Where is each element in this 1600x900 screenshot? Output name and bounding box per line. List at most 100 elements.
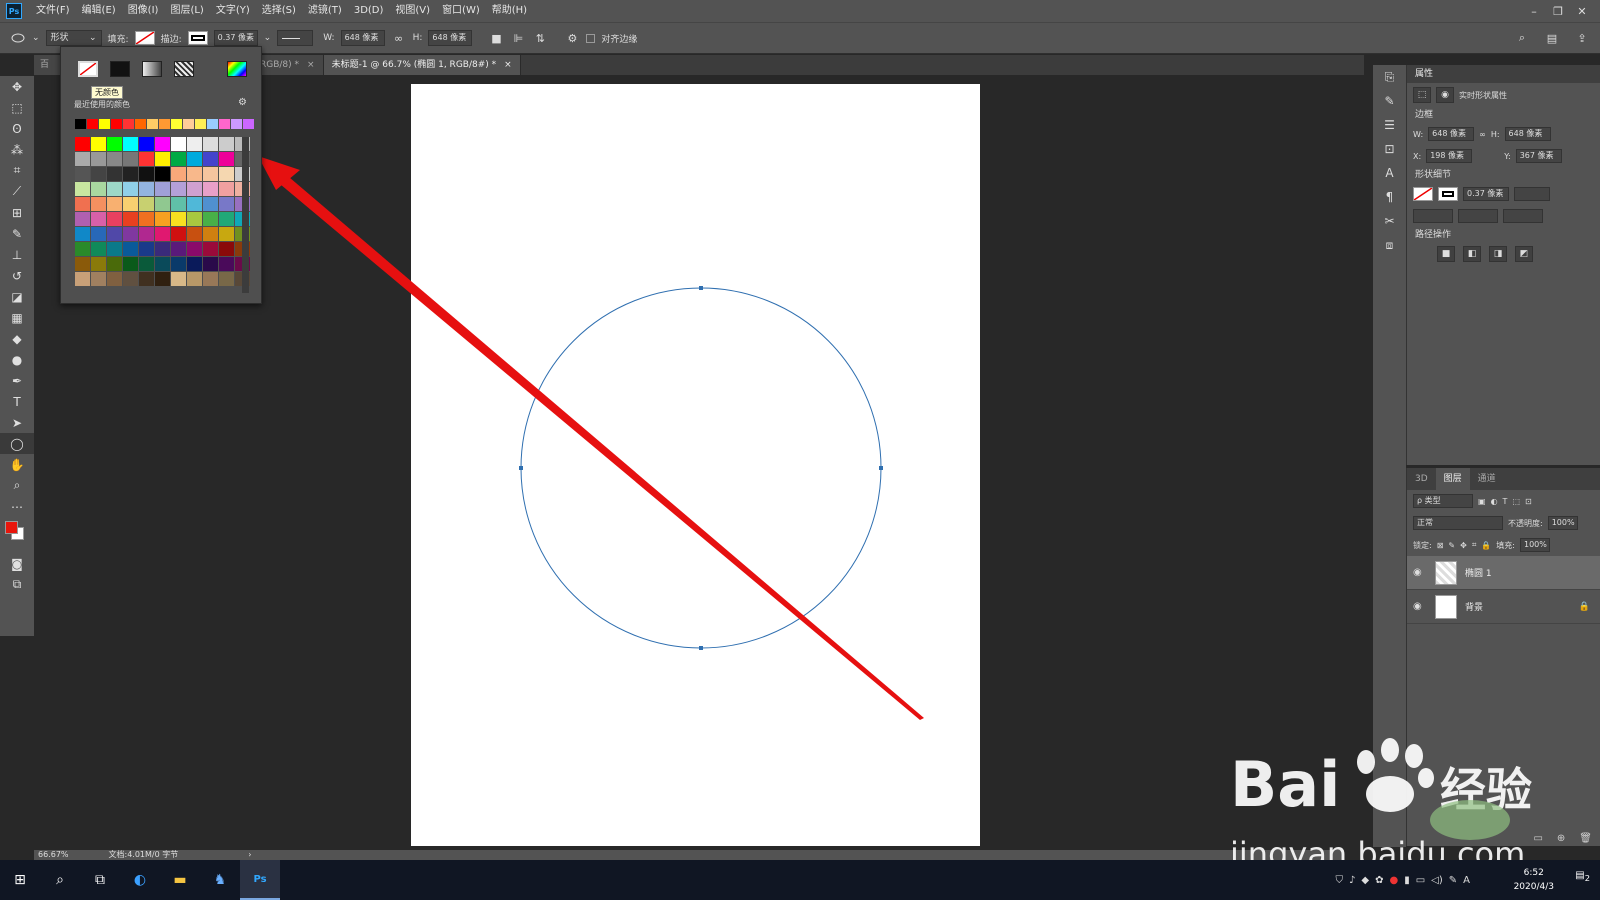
color-swatch[interactable] [123,227,138,241]
color-swatch[interactable] [123,242,138,256]
mask-icon[interactable]: ◉ [1436,87,1454,103]
color-swatch[interactable] [139,212,154,226]
recent-color-swatch[interactable] [159,119,170,129]
color-swatch[interactable] [107,152,122,166]
shield-icon[interactable]: ◆ [1361,875,1369,886]
exclude-shape-icon[interactable]: ◩ [1515,246,1533,262]
color-swatch[interactable] [123,212,138,226]
color-swatch[interactable] [219,197,234,211]
recent-color-swatch[interactable] [207,119,218,129]
lock-artboard-icon[interactable]: ⌗ [1472,540,1477,550]
layer-ellipse-1[interactable]: ◉ 椭圆 1 [1407,556,1600,590]
color-swatch[interactable] [139,197,154,211]
shape-x-field[interactable]: 198 像素 [1426,149,1473,163]
color-swatch[interactable] [203,137,218,151]
swatch-scrollbar[interactable] [242,137,249,293]
stroke-corners-select[interactable] [1503,209,1543,223]
lock-paint-icon[interactable]: ✎ [1448,541,1455,550]
color-swatch[interactable] [171,167,186,181]
color-swatch[interactable] [187,182,202,196]
color-swatch[interactable] [187,227,202,241]
libraries-icon[interactable]: ⧈ [1373,233,1406,257]
color-swatch[interactable] [171,197,186,211]
battery-icon[interactable]: ▮ [1404,875,1410,886]
color-swatch[interactable] [91,242,106,256]
adjustments-icon[interactable]: ☰ [1373,113,1406,137]
color-swatch[interactable] [155,152,170,166]
tool-presets-icon[interactable]: ✂ [1373,209,1406,233]
no-color-button[interactable] [78,61,98,77]
color-swatch[interactable] [155,197,170,211]
color-swatch[interactable] [107,272,122,286]
section-path-ops[interactable]: 路径操作 [1407,227,1600,243]
stroke-type-select[interactable] [1514,187,1550,201]
gear-icon[interactable]: ⚙ [238,97,247,108]
color-swatch[interactable] [75,212,90,226]
volume-icon[interactable]: ◁) [1431,875,1443,886]
color-swatch[interactable] [187,152,202,166]
color-swatch[interactable] [219,182,234,196]
recent-color-swatch[interactable] [147,119,158,129]
color-swatch[interactable] [123,137,138,151]
file-explorer-icon[interactable]: ▬ [160,860,200,900]
gradient-button[interactable] [142,61,162,77]
brush-settings-icon[interactable]: ✎ [1373,89,1406,113]
zoom-level[interactable]: 66.67% [38,850,69,860]
color-swatch[interactable] [123,152,138,166]
security-icon[interactable]: ⛉ [1335,875,1343,886]
color-swatch[interactable] [91,182,106,196]
type-filter-icon[interactable]: T [1503,497,1508,506]
character-icon[interactable]: A [1373,161,1406,185]
layer-name[interactable]: 背景 [1465,600,1483,613]
subtract-shape-icon[interactable]: ◧ [1463,246,1481,262]
paragraph-icon[interactable]: ¶ [1373,185,1406,209]
clone-source-icon[interactable]: ⊡ [1373,137,1406,161]
color-swatch[interactable] [139,242,154,256]
color-swatch[interactable] [91,167,106,181]
link-icon[interactable]: ∞ [1479,130,1486,139]
color-swatch[interactable] [203,227,218,241]
color-swatch[interactable] [171,257,186,271]
color-swatch[interactable] [219,272,234,286]
color-swatch[interactable] [139,257,154,271]
history-icon[interactable]: ⎘ [1373,65,1406,89]
color-swatch[interactable] [75,167,90,181]
image-filter-icon[interactable]: ▣ [1478,497,1486,506]
color-swatch[interactable] [139,227,154,241]
color-swatch[interactable] [171,152,186,166]
status-arrow-icon[interactable]: › [248,850,251,860]
transform-icon[interactable]: ⬚ [1413,87,1431,103]
color-swatch[interactable] [187,212,202,226]
color-swatch[interactable] [187,197,202,211]
color-swatch[interactable] [219,227,234,241]
pattern-button[interactable] [174,61,194,77]
color-swatch[interactable] [155,167,170,181]
color-swatch[interactable] [91,257,106,271]
color-swatch[interactable] [107,212,122,226]
color-swatch[interactable] [171,227,186,241]
anchor-point[interactable] [699,646,703,650]
color-swatch[interactable] [75,197,90,211]
color-swatch[interactable] [187,167,202,181]
clock[interactable]: 6:52 2020/4/3 [1514,866,1554,894]
color-swatch[interactable] [107,242,122,256]
recent-color-swatch[interactable] [231,119,242,129]
color-swatch[interactable] [75,242,90,256]
record-icon[interactable]: ● [1389,875,1398,886]
color-swatch[interactable] [75,272,90,286]
color-swatch[interactable] [107,197,122,211]
color-swatch[interactable] [139,182,154,196]
adjustment-filter-icon[interactable]: ◐ [1491,497,1498,506]
color-swatch[interactable] [171,137,186,151]
blend-mode-select[interactable]: 正常 [1413,516,1503,530]
section-shape-details[interactable]: 形状细节 [1407,167,1600,183]
pen-icon[interactable]: ✎ [1449,875,1457,886]
color-swatch[interactable] [123,167,138,181]
task-view-icon[interactable]: ⧉ [80,860,120,900]
mic-icon[interactable]: ♪ [1349,875,1355,886]
ellipse-shape[interactable] [520,287,882,649]
color-swatch[interactable] [155,272,170,286]
recent-color-swatch[interactable] [219,119,230,129]
layer-background[interactable]: ◉ 背景 🔒 [1407,590,1600,624]
recent-color-swatch[interactable] [87,119,98,129]
